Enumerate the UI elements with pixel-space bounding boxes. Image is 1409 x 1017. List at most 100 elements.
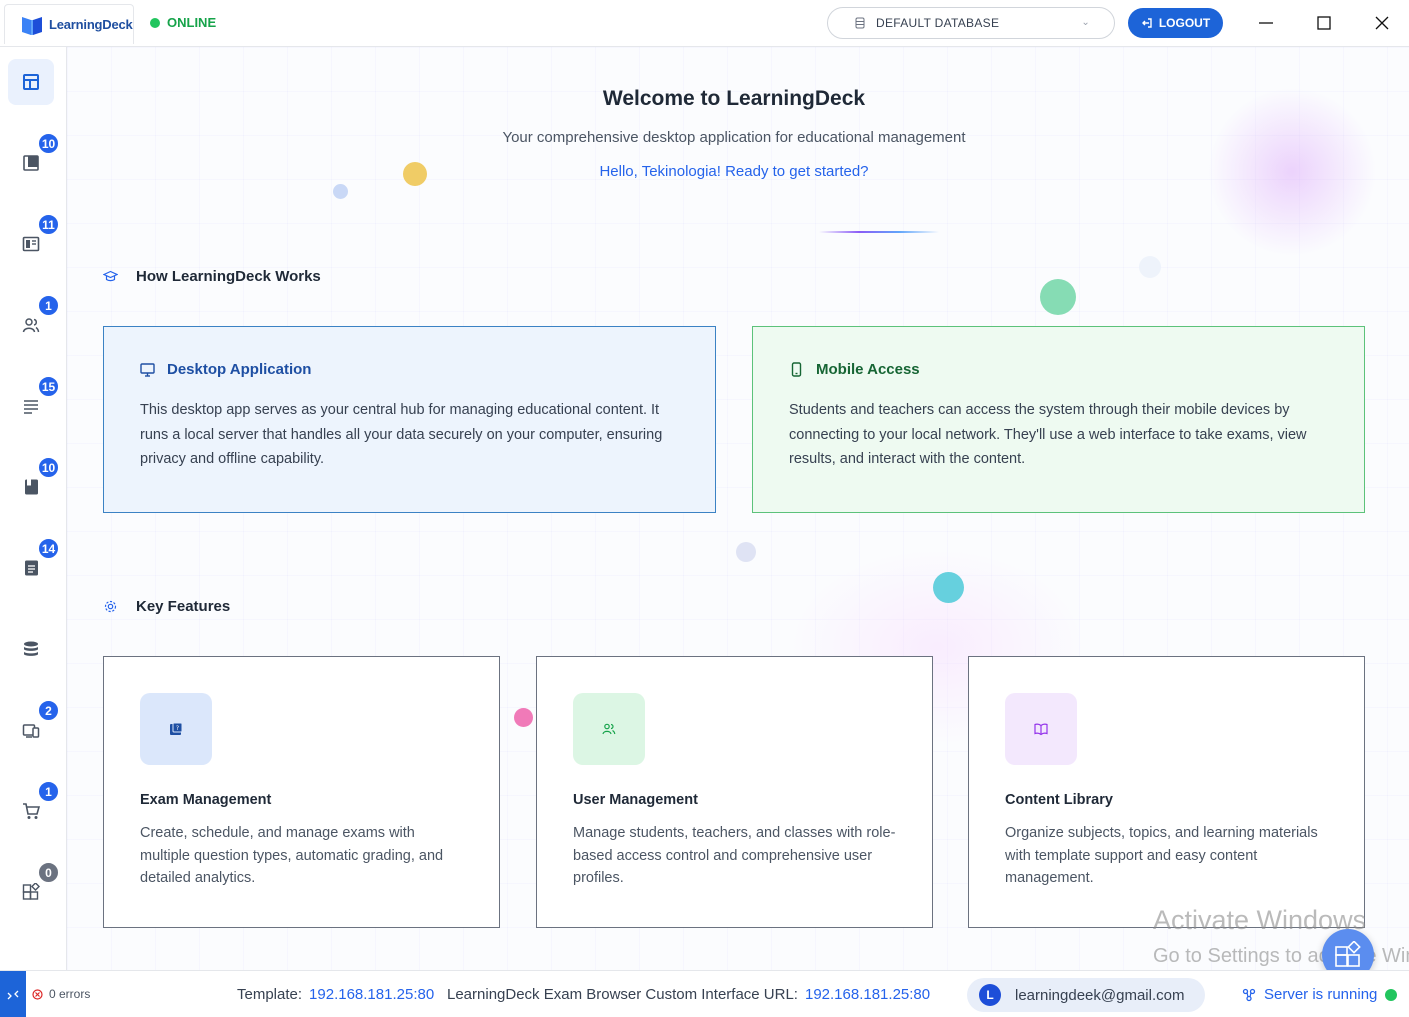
status-bar: 0 errors Template: 192.168.181.25:80 Lea… [0,970,1409,1017]
document-icon [25,560,38,576]
feature-text: Create, schedule, and manage exams with … [140,825,444,886]
database-select-value: DEFAULT DATABASE [876,16,1000,30]
section-heading-label: How LearningDeck Works [136,268,321,285]
minimize-icon [1259,22,1273,24]
mobile-access-card: Mobile Access Students and teachers can … [752,326,1365,513]
sidebar-item-subjects[interactable]: 10 [8,456,60,510]
sidebar-item-users[interactable]: 1 [8,294,60,348]
activation-watermark-title: Activate Windows [1153,905,1367,935]
gear-icon [104,600,117,613]
decor-circle [736,542,756,562]
exam-book-icon: ? [170,722,183,735]
remote-connection-icon [7,990,19,999]
database-stack-icon [24,641,38,656]
sidebar-item-devices[interactable]: 2 [8,699,60,753]
decor-circle [333,184,348,199]
sidebar-badge: 2 [37,699,60,722]
sidebar-item-documents[interactable]: 14 [8,537,60,591]
sidebar-item-database[interactable] [8,626,54,672]
page-title: Welcome to LearningDeck [602,87,866,110]
cart-icon [23,803,40,819]
template-label: Template: [237,986,303,1003]
exam-browser-url-link[interactable]: 192.168.181.25:80 [805,986,930,1003]
main-content: Welcome to LearningDeck Your comprehensi… [67,47,1409,970]
sidebar-badge: 14 [37,537,60,560]
logout-button[interactable]: LOGOUT [1128,8,1223,38]
close-button[interactable] [1362,8,1402,38]
sidebar-item-reader[interactable]: 11 [8,213,60,267]
page-subtitle: Your comprehensive desktop application f… [502,129,966,146]
sidebar-item-exams[interactable]: 10 [8,132,60,186]
decor-circle [933,572,964,603]
app-logo[interactable]: LearningDeck [4,4,134,44]
logout-label: LOGOUT [1158,16,1211,30]
sidebar-item-plugins[interactable]: 0 [8,861,60,915]
online-dot-icon [150,17,160,28]
feature-text: Manage students, teachers, and classes w… [573,825,896,886]
title-bar: LearningDeck ONLINE DEFAULT DATABASE ⌄ L… [0,0,1409,47]
exam-browser-url-label: LearningDeck Exam Browser Custom Interfa… [447,986,798,1003]
connection-status: ONLINE [150,15,216,30]
users-icon [602,723,616,735]
app-name: LearningDeck [49,17,133,32]
graduation-cap-icon [103,270,118,282]
section-heading-how: How LearningDeck Works [103,268,321,285]
smartphone-icon [791,362,802,377]
maximize-button[interactable] [1304,8,1344,38]
monitor-icon [140,363,155,377]
minimize-button[interactable] [1246,8,1286,38]
template-link[interactable]: 192.168.181.25:80 [309,986,434,1003]
server-running-dot-icon [1385,988,1398,1001]
greeting: Hello, Tekinologia! Ready to get started… [599,163,869,180]
svg-text:?: ? [176,725,179,732]
chevron-down-icon: ⌄ [1081,17,1090,28]
maximize-icon [1317,16,1331,30]
sidebar-badge: 15 [37,375,60,398]
logo-book-icon [22,16,42,35]
book-icon [25,479,38,495]
divider [819,231,939,233]
server-status-label: Server is running [1264,986,1378,1003]
sidebar-badge: 1 [37,294,60,317]
card-title-label: Mobile Access [816,361,920,378]
database-select[interactable]: DEFAULT DATABASE ⌄ [827,7,1115,39]
feature-title: User Management [573,792,698,808]
sidebar-item-store[interactable]: 1 [8,780,60,834]
feature-text: Organize subjects, topics, and learning … [1005,825,1318,886]
exam-browser-url: LearningDeck Exam Browser Custom Interfa… [447,986,930,1003]
feature-card-exam-management: ? Exam Management Create, schedule, and … [103,656,500,928]
decor-circle [1139,256,1161,278]
error-indicator[interactable]: 0 errors [32,987,90,1001]
desktop-application-card: Desktop Application This desktop app ser… [103,326,716,513]
feature-title: Content Library [1005,792,1113,808]
account-email: learningdeek@gmail.com [1015,986,1185,1004]
card-title: Desktop Application [140,361,679,378]
feature-card-user-management: User Management Manage students, teacher… [536,656,933,928]
account-chip[interactable]: L learningdeek@gmail.com [967,978,1205,1012]
card-text: Students and teachers can access the sys… [789,402,1307,467]
server-status[interactable]: Server is running [1242,986,1398,1003]
close-icon [1375,16,1389,30]
sidebar-item-questions[interactable]: 15 [8,375,60,429]
section-heading-label: Key Features [136,598,231,615]
exam-book-icon [23,155,39,171]
section-heading-features: Key Features [103,598,230,615]
template-address: Template: 192.168.181.25:80 [237,986,434,1003]
devices-icon [22,724,40,738]
dashboard-icon [23,74,39,90]
users-icon [22,318,40,333]
decor-circle [514,708,533,727]
decor-circle [1040,279,1076,315]
remote-button[interactable] [0,971,26,1017]
feature-icon-box [1005,693,1077,765]
card-text: This desktop app serves as your central … [140,402,663,467]
list-icon [24,400,38,414]
feature-icon-box [573,693,645,765]
logout-icon [1141,18,1152,28]
feature-card-content-library: Content Library Organize subjects, topic… [968,656,1365,928]
open-book-icon [1034,723,1048,736]
sidebar-badge: 0 [37,861,60,884]
feature-icon-box: ? [140,693,212,765]
sidebar: 10 11 1 15 10 14 2 1 0 [0,47,67,970]
sidebar-item-dashboard[interactable] [8,59,54,105]
